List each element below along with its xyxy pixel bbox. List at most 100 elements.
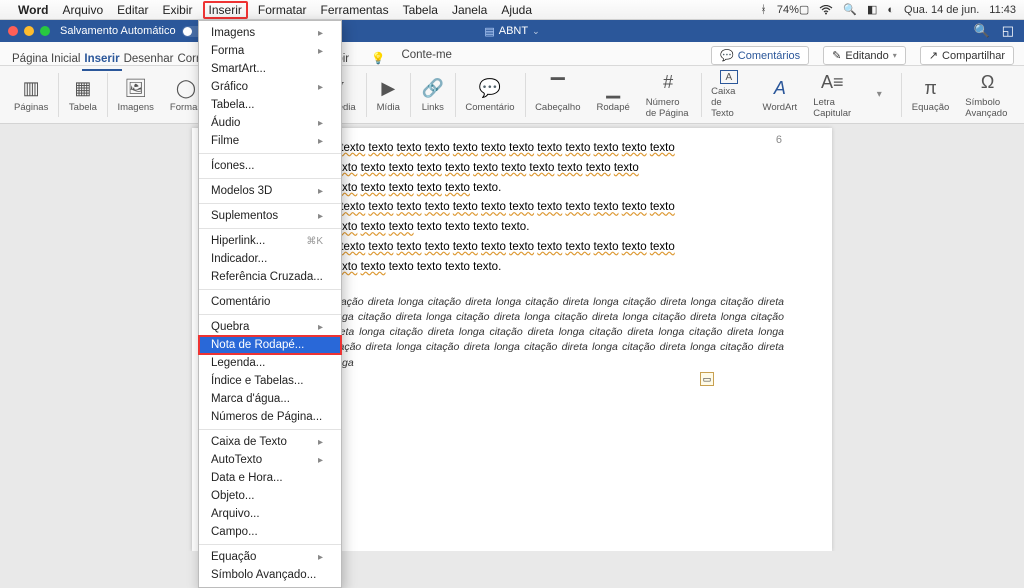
control-center-icon[interactable]: ◧ <box>867 3 877 16</box>
ribbon-simbolo[interactable]: ΩSímbolo Avançado <box>957 71 1018 119</box>
menu-item-legenda[interactable]: Legenda... <box>199 354 341 372</box>
inserir-dropdown[interactable]: Imagens▸Forma▸SmartArt...Gráfico▸Tabela.… <box>198 20 342 588</box>
zoom-window-button[interactable] <box>40 26 50 36</box>
menu-item-tabela[interactable]: Tabela... <box>199 96 341 114</box>
menu-item-imagens[interactable]: Imagens▸ <box>199 24 341 42</box>
ribbon-cabecalho[interactable]: ▔Cabeçalho <box>527 76 588 113</box>
link-icon: 🔗 <box>421 76 445 100</box>
ribbon-rodape[interactable]: ▁Rodapé <box>588 76 637 113</box>
more-icon: ▾ <box>867 83 891 107</box>
menubar-date[interactable]: Qua. 14 de jun. <box>904 4 979 16</box>
ribbon-tabela[interactable]: ▦Tabela <box>61 76 105 113</box>
document-area[interactable]: 6 texto texto texto texto texto texto te… <box>0 124 1024 551</box>
traffic-lights[interactable] <box>0 26 50 36</box>
doc-icon: ▤ <box>484 25 494 38</box>
menu-item-suplementos[interactable]: Suplementos▸ <box>199 207 341 225</box>
menu-item-forma[interactable]: Forma▸ <box>199 42 341 60</box>
menu-item-campo[interactable]: Campo... <box>199 523 341 541</box>
siri-icon[interactable]: ◐ <box>887 4 894 16</box>
footer-icon: ▁ <box>601 76 625 100</box>
menu-item-marca-d'água[interactable]: Marca d'água... <box>199 390 341 408</box>
menubar-item-inserir[interactable]: Inserir <box>203 1 248 19</box>
bluetooth-icon: ᚼ <box>760 4 767 16</box>
dropcap-icon: A≡ <box>820 71 844 95</box>
comment-icon: 💬 <box>720 49 734 62</box>
menu-item-arquivo[interactable]: Arquivo... <box>199 505 341 523</box>
ribbon-comentario[interactable]: 💬Comentário <box>457 76 522 113</box>
image-icon: 🖼 <box>124 76 148 100</box>
menu-item-nota-de-rodapé[interactable]: Nota de Rodapé... <box>199 336 341 354</box>
search-icon[interactable]: 🔍 <box>974 23 990 39</box>
ribbon-caixa-texto[interactable]: ACaixa de Texto <box>703 70 754 119</box>
menu-item-referência-cruzada[interactable]: Referência Cruzada... <box>199 268 341 286</box>
shapes-icon: ◯ <box>174 76 198 100</box>
menubar-item-ajuda[interactable]: Ajuda <box>501 3 532 17</box>
ribbon: ▥Páginas ▦Tabela 🖼Imagens ◯Formas ▣Obter… <box>0 66 1024 124</box>
header-icon: ▔ <box>546 76 570 100</box>
pagenum-icon: # <box>656 71 680 95</box>
ribbon-numero-pagina[interactable]: #Número de Página <box>638 71 699 119</box>
menu-item-números-de-página[interactable]: Números de Página... <box>199 408 341 426</box>
menu-item-smartart[interactable]: SmartArt... <box>199 60 341 78</box>
menu-item-áudio[interactable]: Áudio▸ <box>199 114 341 132</box>
menubar-status: ᚼ 74% ▢ 🔍 ◧ ◐ Qua. 14 de jun. 11:43 <box>760 3 1016 16</box>
menubar-time[interactable]: 11:43 <box>989 4 1016 16</box>
menu-item-índice-e-tabelas[interactable]: Índice e Tabelas... <box>199 372 341 390</box>
share-button[interactable]: ↗ Compartilhar <box>920 46 1014 65</box>
ribbon-more[interactable]: ▾ <box>859 83 899 107</box>
menubar-item-ferramentas[interactable]: Ferramentas <box>321 3 389 17</box>
menu-item-quebra[interactable]: Quebra▸ <box>199 318 341 336</box>
share-titlebar-icon[interactable]: ◱ <box>1002 23 1014 39</box>
menubar-app[interactable]: Word <box>18 3 48 17</box>
wordart-icon: A <box>768 76 792 100</box>
ribbon-imagens[interactable]: 🖼Imagens <box>109 76 161 113</box>
page-number: 6 <box>776 134 782 146</box>
menu-item-autotexto[interactable]: AutoTexto▸ <box>199 451 341 469</box>
menu-item-indicador[interactable]: Indicador... <box>199 250 341 268</box>
autosave-toggle[interactable]: Salvamento Automático ⌂ <box>60 25 216 37</box>
ribbon-paginas[interactable]: ▥Páginas <box>6 76 56 113</box>
tellme-icon[interactable]: 💡 <box>371 51 385 65</box>
menu-item-filme[interactable]: Filme▸ <box>199 132 341 150</box>
table-icon: ▦ <box>71 76 95 100</box>
menu-item-modelos-3d[interactable]: Modelos 3D▸ <box>199 182 341 200</box>
menu-item-gráfico[interactable]: Gráfico▸ <box>199 78 341 96</box>
menu-item-ícones[interactable]: Ícones... <box>199 157 341 175</box>
menubar-item-exibir[interactable]: Exibir <box>163 3 193 17</box>
tab-desenhar[interactable]: Desenhar <box>122 49 176 69</box>
ribbon-links[interactable]: 🔗Links <box>413 76 453 113</box>
menu-item-símbolo-avançado[interactable]: Símbolo Avançado... <box>199 566 341 584</box>
menubar-item-editar[interactable]: Editar <box>117 3 148 17</box>
menubar-item-formatar[interactable]: Formatar <box>258 3 307 17</box>
menu-item-objeto[interactable]: Objeto... <box>199 487 341 505</box>
menu-item-comentário[interactable]: Comentário <box>199 293 341 311</box>
minimize-window-button[interactable] <box>24 26 34 36</box>
media-icon: ▶ <box>376 76 400 100</box>
ribbon-wordart[interactable]: AWordArt <box>755 76 806 113</box>
page-icon: ▥ <box>19 76 43 100</box>
comments-button[interactable]: 💬 Comentários <box>711 46 809 65</box>
close-window-button[interactable] <box>8 26 18 36</box>
tab-página-inicial[interactable]: Página Inicial <box>10 49 82 69</box>
menubar-item-arquivo[interactable]: Arquivo <box>62 3 103 17</box>
tab-inserir[interactable]: Inserir <box>82 49 121 71</box>
ribbon-tabs: Página InicialInserirDesenharCorrespondê… <box>0 42 1024 66</box>
menu-item-caixa-de-texto[interactable]: Caixa de Texto▸ <box>199 433 341 451</box>
pencil-icon: ✎ <box>832 49 841 62</box>
tellme[interactable]: Conte-me <box>399 45 454 65</box>
ribbon-midia[interactable]: ▶Mídia <box>368 76 408 113</box>
menu-item-data-e-hora[interactable]: Data e Hora... <box>199 469 341 487</box>
symbol-icon: Ω <box>976 71 1000 95</box>
footnote-marker-icon[interactable]: ▭ <box>700 372 714 386</box>
menubar-item-janela[interactable]: Janela <box>452 3 487 17</box>
spotlight-icon[interactable]: 🔍 <box>843 3 857 16</box>
menubar-item-tabela[interactable]: Tabela <box>403 3 438 17</box>
menu-item-hiperlink[interactable]: Hiperlink...⌘K <box>199 232 341 250</box>
comment-bubble-icon: 💬 <box>478 76 502 100</box>
citation-block[interactable]: Citação direta longa citação direta long… <box>328 295 784 371</box>
ribbon-equacao[interactable]: πEquação <box>904 76 958 113</box>
editing-button[interactable]: ✎ Editando ▾ <box>823 46 906 65</box>
document-title[interactable]: ▤ ABNT ⌄ <box>484 25 539 38</box>
ribbon-letra-capitular[interactable]: A≡Letra Capitular <box>805 71 859 119</box>
share-icon: ↗ <box>929 49 938 62</box>
